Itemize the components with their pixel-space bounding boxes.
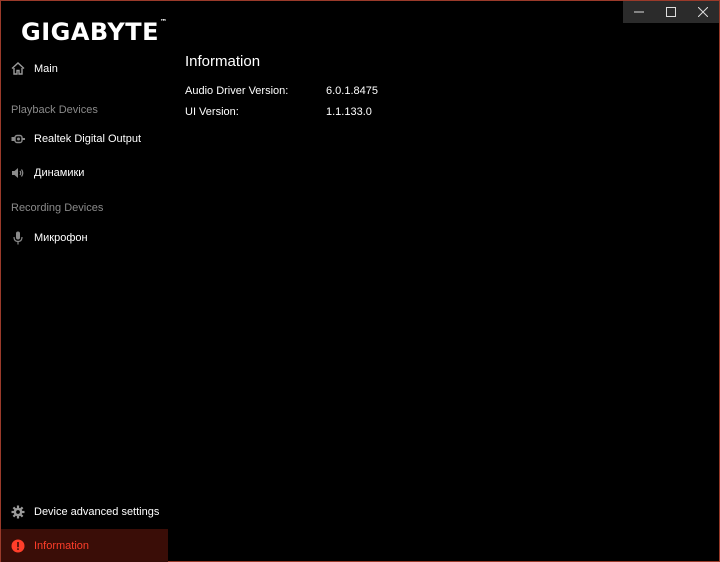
info-value: 1.1.133.0 bbox=[326, 106, 372, 118]
home-icon bbox=[11, 62, 25, 76]
sidebar-item-information[interactable]: Information bbox=[1, 529, 168, 562]
sidebar-item-label: Device advanced settings bbox=[34, 505, 160, 518]
sidebar-item-main[interactable]: Main bbox=[1, 52, 168, 85]
page-title: Information bbox=[185, 53, 261, 70]
sidebar-item-dinamiki[interactable]: Динамики bbox=[1, 156, 168, 189]
info-key: UI Version: bbox=[185, 106, 239, 118]
minimize-icon bbox=[634, 11, 644, 13]
minimize-button[interactable] bbox=[623, 1, 655, 23]
playback-devices-heading: Playback Devices bbox=[11, 104, 98, 116]
gear-icon bbox=[11, 505, 25, 519]
sidebar: GIGABYTE™ Main Playback Devices Realtek … bbox=[1, 1, 168, 562]
info-value: 6.0.1.8475 bbox=[326, 85, 378, 97]
speaker-icon bbox=[11, 166, 25, 180]
recording-devices-heading: Recording Devices bbox=[11, 202, 104, 214]
close-button[interactable] bbox=[687, 1, 719, 23]
window-controls bbox=[623, 1, 719, 23]
main-content: Information Audio Driver Version: 6.0.1.… bbox=[185, 53, 378, 118]
sidebar-item-label: Динамики bbox=[34, 166, 85, 179]
maximize-icon bbox=[666, 7, 676, 17]
info-key: Audio Driver Version: bbox=[185, 85, 289, 97]
gigabyte-logo: GIGABYTE™ bbox=[21, 18, 168, 46]
sidebar-item-device-advanced-settings[interactable]: Device advanced settings bbox=[1, 495, 168, 528]
maximize-button[interactable] bbox=[655, 1, 687, 23]
sidebar-item-mikrofon[interactable]: Микрофон bbox=[1, 221, 168, 254]
sidebar-item-label: Микрофон bbox=[34, 231, 88, 244]
microphone-icon bbox=[11, 231, 25, 245]
close-icon bbox=[698, 7, 708, 17]
app-window: GIGABYTE™ Main Playback Devices Realtek … bbox=[0, 0, 720, 562]
info-icon bbox=[11, 539, 25, 553]
digital-output-icon bbox=[11, 132, 25, 146]
logo-text: GIGABYTE bbox=[21, 18, 160, 46]
sidebar-item-label: Realtek Digital Output bbox=[34, 132, 141, 145]
logo-trademark: ™ bbox=[160, 18, 168, 26]
sidebar-item-label: Main bbox=[34, 62, 58, 75]
sidebar-item-realtek-digital-output[interactable]: Realtek Digital Output bbox=[1, 122, 168, 155]
sidebar-item-label: Information bbox=[34, 539, 90, 552]
